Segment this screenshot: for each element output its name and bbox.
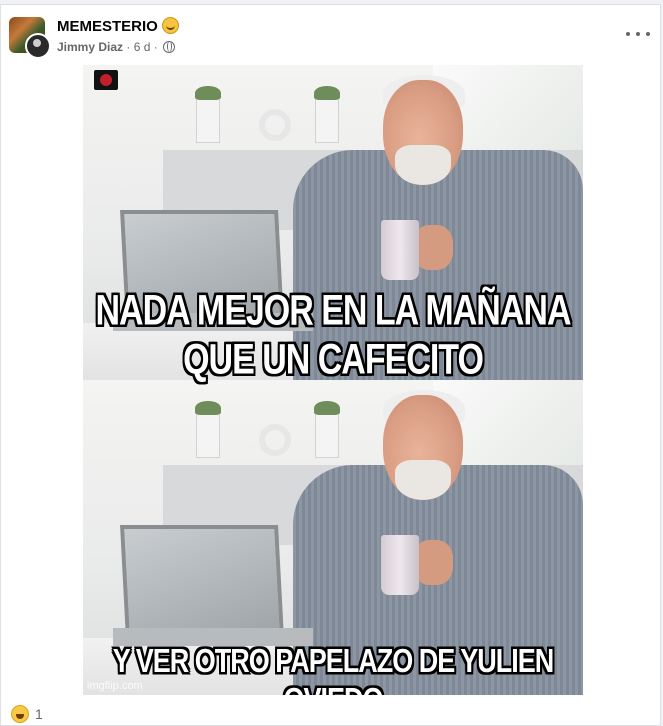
man-beard xyxy=(395,460,451,500)
man-hand xyxy=(413,540,453,585)
group-name-line: MEMESTERIO xyxy=(57,17,179,35)
meme-caption-top: NADA MEJOR EN LA MAÑANA QUE UN CAFECITO xyxy=(95,287,571,384)
man-beard xyxy=(395,145,451,185)
group-avatar[interactable] xyxy=(9,17,51,59)
meme-image[interactable]: NADA MEJOR EN LA MAÑANA QUE UN CAFECITO … xyxy=(83,65,583,695)
meta-separator: · xyxy=(126,40,131,54)
author-avatar[interactable] xyxy=(25,33,51,59)
post-time[interactable]: 6 d xyxy=(134,40,151,54)
group-name[interactable]: MEMESTERIO xyxy=(57,18,158,35)
dot-icon xyxy=(646,32,650,36)
laptop xyxy=(120,525,284,638)
man-hand xyxy=(413,225,453,270)
haha-reaction-icon[interactable] xyxy=(11,705,29,723)
plant-pot xyxy=(314,86,340,143)
meme-caption-bottom: Y VER OTRO PAPELAZO DE YULIEN OVIEDO xyxy=(112,642,555,695)
decor-ring xyxy=(259,109,291,141)
coffee-cup xyxy=(381,220,419,280)
globe-icon xyxy=(163,41,176,53)
coffee-cup xyxy=(381,535,419,595)
dot-icon xyxy=(636,32,640,36)
meta-separator-2: · xyxy=(153,40,158,54)
more-options-button[interactable] xyxy=(626,25,650,43)
plant-pot xyxy=(314,401,340,458)
deadpool-logo-icon xyxy=(94,70,118,90)
decor-ring xyxy=(259,424,291,456)
reaction-count[interactable]: 1 xyxy=(35,706,43,722)
post-footer: 1 xyxy=(1,695,660,725)
post-meta: Jimmy Diaz · 6 d · xyxy=(57,40,176,54)
post-card: MEMESTERIO Jimmy Diaz · 6 d · NADA MEJOR… xyxy=(0,4,661,726)
laughing-emoji-icon xyxy=(161,17,179,34)
post-header: MEMESTERIO Jimmy Diaz · 6 d · xyxy=(1,5,660,65)
author-name[interactable]: Jimmy Diaz xyxy=(57,40,123,54)
plant-pot xyxy=(195,401,221,458)
plant-pot xyxy=(195,86,221,143)
dot-icon xyxy=(626,32,630,36)
imgflip-watermark: imgflip.com xyxy=(87,680,143,692)
